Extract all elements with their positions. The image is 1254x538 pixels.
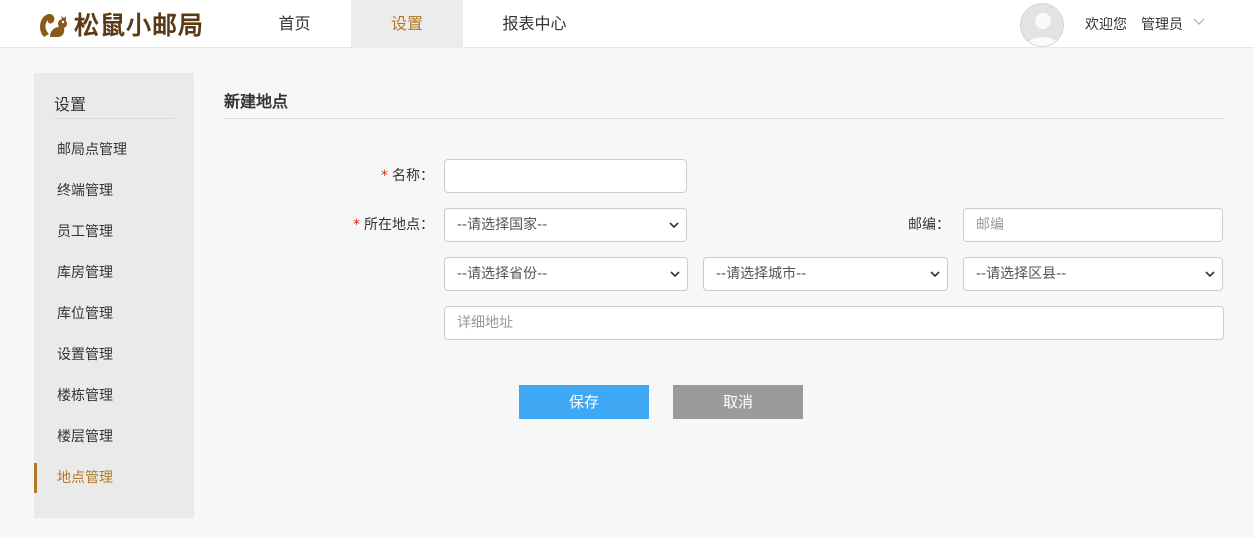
postcode-input[interactable] [963,208,1223,242]
city-select-wrap: --请选择城市-- [703,257,948,291]
name-label-row: * 名称： [374,166,434,186]
country-select-wrap: --请选择国家-- [444,208,687,242]
address-input[interactable] [444,306,1224,340]
cancel-button[interactable]: 取消 [673,385,803,419]
chevron-down-icon[interactable] [1192,17,1206,27]
sidebar-item-staff[interactable]: 员工管理 [34,217,194,247]
required-mark: * [353,217,360,233]
district-select[interactable]: --请选择区县-- [963,257,1223,291]
logo[interactable]: 松鼠小邮局 [36,6,204,42]
sidebar-item-floor[interactable]: 楼层管理 [34,422,194,452]
sidebar-item-post-office[interactable]: 邮局点管理 [34,135,194,165]
nav-home[interactable]: 首页 [238,0,351,48]
district-select-wrap: --请选择区县-- [963,257,1223,291]
app-title: 松鼠小邮局 [74,11,205,40]
postcode-label: 邮编： [908,217,950,233]
name-label: 名称： [392,168,434,184]
city-select[interactable]: --请选择城市-- [703,257,948,291]
title-divider [224,118,1224,119]
top-bar: 松鼠小邮局 首页 设置 报表中心 欢迎您 管理员 [0,0,1254,48]
save-button[interactable]: 保存 [519,385,649,419]
location-label-row: * 所在地点： [344,215,434,235]
sidebar-divider [54,118,174,119]
sidebar-item-warehouse[interactable]: 库房管理 [34,258,194,288]
name-input[interactable] [444,159,687,193]
sidebar-item-storage-slot[interactable]: 库位管理 [34,299,194,329]
country-select[interactable]: --请选择国家-- [444,208,687,242]
sidebar-item-terminal[interactable]: 终端管理 [34,176,194,206]
required-mark: * [381,168,388,184]
sidebar-title: 设置 [54,95,87,114]
welcome-text: 欢迎您 [1085,17,1127,33]
user-avatar-icon [1021,4,1063,46]
province-select-wrap: --请选择省份-- [444,257,688,291]
nav-reports[interactable]: 报表中心 [463,0,606,48]
sidebar: 设置 邮局点管理 终端管理 员工管理 库房管理 库位管理 设置管理 楼栋管理 楼… [34,73,194,518]
nav-settings[interactable]: 设置 [351,0,463,48]
province-select[interactable]: --请选择省份-- [444,257,688,291]
sidebar-item-settings[interactable]: 设置管理 [34,340,194,370]
main-nav: 首页 设置 报表中心 [238,0,606,48]
sidebar-item-location[interactable]: 地点管理 [34,463,194,493]
location-label: 所在地点： [364,217,434,233]
page-title: 新建地点 [224,92,289,111]
sidebar-item-building[interactable]: 楼栋管理 [34,381,194,411]
avatar[interactable] [1020,3,1064,47]
squirrel-logo-icon [40,13,68,37]
username[interactable]: 管理员 [1141,14,1183,34]
